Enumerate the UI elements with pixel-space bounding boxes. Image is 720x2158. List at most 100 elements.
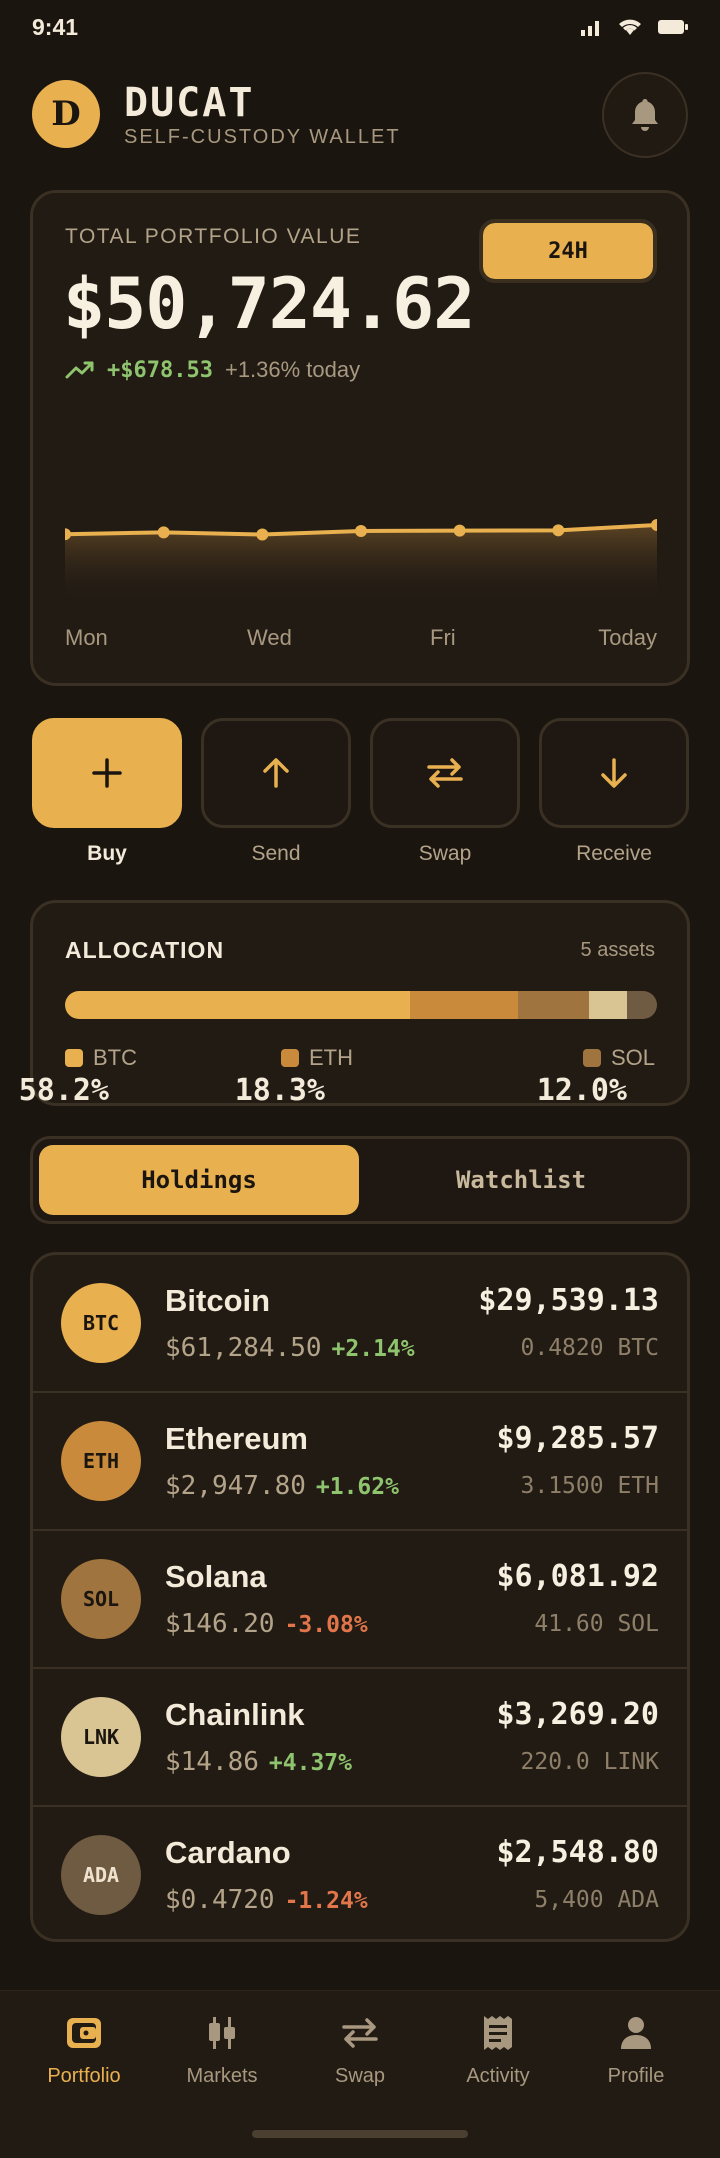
swap-icon [427, 758, 463, 788]
brand-name: DUCAT [124, 80, 255, 126]
portfolio-change: +$678.53 +1.36% today [65, 357, 360, 383]
holding-row-ada[interactable]: ADA Cardano $0.4720 -1.24% $2,548.80 5,40… [33, 1807, 687, 1939]
nav-item-swap[interactable]: Swap [288, 2013, 432, 2088]
coin-price: $14.86 [165, 1747, 259, 1777]
coin-price: $146.20 [165, 1609, 275, 1639]
nav-label: Activity [466, 2065, 530, 2087]
bell-icon [632, 99, 658, 131]
legend-value: 12.0% [536, 1073, 627, 1108]
swap-button[interactable] [370, 718, 520, 828]
allocation-bar [65, 991, 657, 1019]
holding-value: $3,269.20 [496, 1697, 659, 1732]
notifications-button[interactable] [602, 72, 688, 158]
wallet-icon [67, 2018, 101, 2048]
coin-price: $61,284.50 [165, 1333, 322, 1363]
coin-name: Chainlink [165, 1697, 305, 1732]
allocation-card: ALLOCATION 5 assets BTC 58.2% ETH 18.3% … [19, 900, 690, 1108]
coin-name: Bitcoin [165, 1283, 271, 1318]
change-amount: +$678.53 [107, 357, 213, 383]
legend-item-sol: SOL 12.0% [537, 1045, 655, 1108]
chart-x-axis: Mon Wed Fri Today [65, 625, 657, 655]
coin-price: $0.4720 [165, 1885, 275, 1915]
status-bar: 9:41 [0, 0, 720, 56]
coin-badge: SOL [61, 1559, 141, 1639]
coin-change: +1.62% [315, 1474, 399, 1500]
status-time: 9:41 [32, 14, 79, 40]
nav-label: Portfolio [47, 2065, 121, 2087]
legend-item-btc: BTC 58.2% [19, 1045, 137, 1108]
allocation-segment-sol [517, 991, 589, 1019]
receive-button[interactable] [539, 718, 689, 828]
portfolio-value: $50,724.62 [63, 263, 475, 345]
holding-row-btc[interactable]: BTC Bitcoin $61,284.50 +2.14% $29,539.13 … [33, 1255, 687, 1393]
send-button[interactable] [201, 718, 351, 828]
holding-value: $29,539.13 [478, 1283, 659, 1318]
holding-value: $2,548.80 [496, 1835, 659, 1870]
holding-value: $9,285.57 [496, 1421, 659, 1456]
buy-label: Buy [87, 842, 127, 865]
nav-item-profile[interactable]: Profile [564, 2013, 708, 2088]
tab-holdings[interactable]: Holdings [39, 1145, 359, 1215]
arrow-up-icon [263, 758, 289, 788]
user-icon [621, 2017, 651, 2049]
nav-label: Profile [607, 2065, 665, 2087]
nav-item-activity[interactable]: Activity [426, 2013, 570, 2088]
trend-up-icon [65, 361, 94, 379]
allocation-segment-eth [409, 991, 518, 1019]
legend-value: 58.2% [18, 1073, 109, 1108]
coin-name: Cardano [165, 1835, 291, 1870]
holding-value: $6,081.92 [496, 1559, 659, 1594]
change-percent: +1.36% today [224, 357, 361, 382]
nav-label: Swap [334, 2065, 386, 2087]
holding-quantity: 220.0 LINK [520, 1749, 659, 1775]
candlestick-icon [209, 2017, 235, 2049]
legend-swatch [281, 1049, 299, 1067]
legend-item-eth: ETH 18.3% [235, 1045, 353, 1108]
holding-row-sol[interactable]: SOL Solana $146.20 -3.08% $6,081.92 41.60… [33, 1531, 687, 1669]
legend-symbol: BTC [93, 1045, 137, 1070]
legend-value: 18.3% [234, 1073, 325, 1108]
app-logo: D [32, 80, 100, 148]
x-tick-label: Fri [430, 625, 456, 650]
x-tick-label: Today [598, 625, 657, 650]
nav-label: Markets [186, 2065, 258, 2087]
swap-icon [342, 2018, 378, 2048]
x-tick-label: Wed [247, 625, 292, 650]
holdings-list: BTC Bitcoin $61,284.50 +2.14% $29,539.13 … [30, 1252, 690, 1942]
coin-name: Solana [165, 1559, 267, 1594]
arrow-down-icon [601, 758, 627, 788]
allocation-segment-btc [65, 991, 410, 1019]
allocation-count: 5 assets [580, 939, 655, 961]
portfolio-chart [65, 518, 657, 603]
coin-badge: ETH [61, 1421, 141, 1501]
coin-change: +2.14% [331, 1336, 415, 1362]
allocation-segment-lnk [588, 991, 627, 1019]
nav-item-portfolio[interactable]: Portfolio [12, 2013, 156, 2088]
range-selector-button[interactable]: 24H [479, 219, 657, 283]
coin-price: $2,947.80 [165, 1471, 306, 1501]
swap-label: Swap [418, 842, 472, 865]
holding-quantity: 0.4820 BTC [520, 1335, 659, 1361]
coin-change: +4.37% [268, 1750, 353, 1776]
tab-watchlist[interactable]: Watchlist [361, 1145, 681, 1215]
coin-badge: BTC [61, 1283, 141, 1363]
coin-change: -3.08% [284, 1612, 368, 1638]
signal-icon [581, 21, 599, 36]
legend-swatch [65, 1049, 83, 1067]
legend-swatch [582, 1049, 601, 1067]
legend-symbol: SOL [610, 1045, 655, 1070]
battery-icon [658, 20, 688, 34]
chart-point [157, 526, 170, 539]
nav-item-markets[interactable]: Markets [150, 2013, 294, 2088]
holding-quantity: 41.60 SOL [534, 1611, 659, 1637]
chart-point [355, 525, 367, 537]
portfolio-label: TOTAL PORTFOLIO VALUE [65, 225, 362, 248]
plus-icon [92, 758, 122, 788]
chart-point [256, 528, 269, 541]
allocation-title: ALLOCATION [65, 937, 225, 963]
buy-button[interactable] [32, 718, 182, 828]
holding-row-eth[interactable]: ETH Ethereum $2,947.80 +1.62% $9,285.57 3… [33, 1393, 687, 1531]
receipt-icon [484, 2016, 512, 2050]
holding-row-lnk[interactable]: LNK Chainlink $14.86 +4.37% $3,269.20 220… [33, 1669, 687, 1807]
send-label: Send [251, 842, 301, 865]
